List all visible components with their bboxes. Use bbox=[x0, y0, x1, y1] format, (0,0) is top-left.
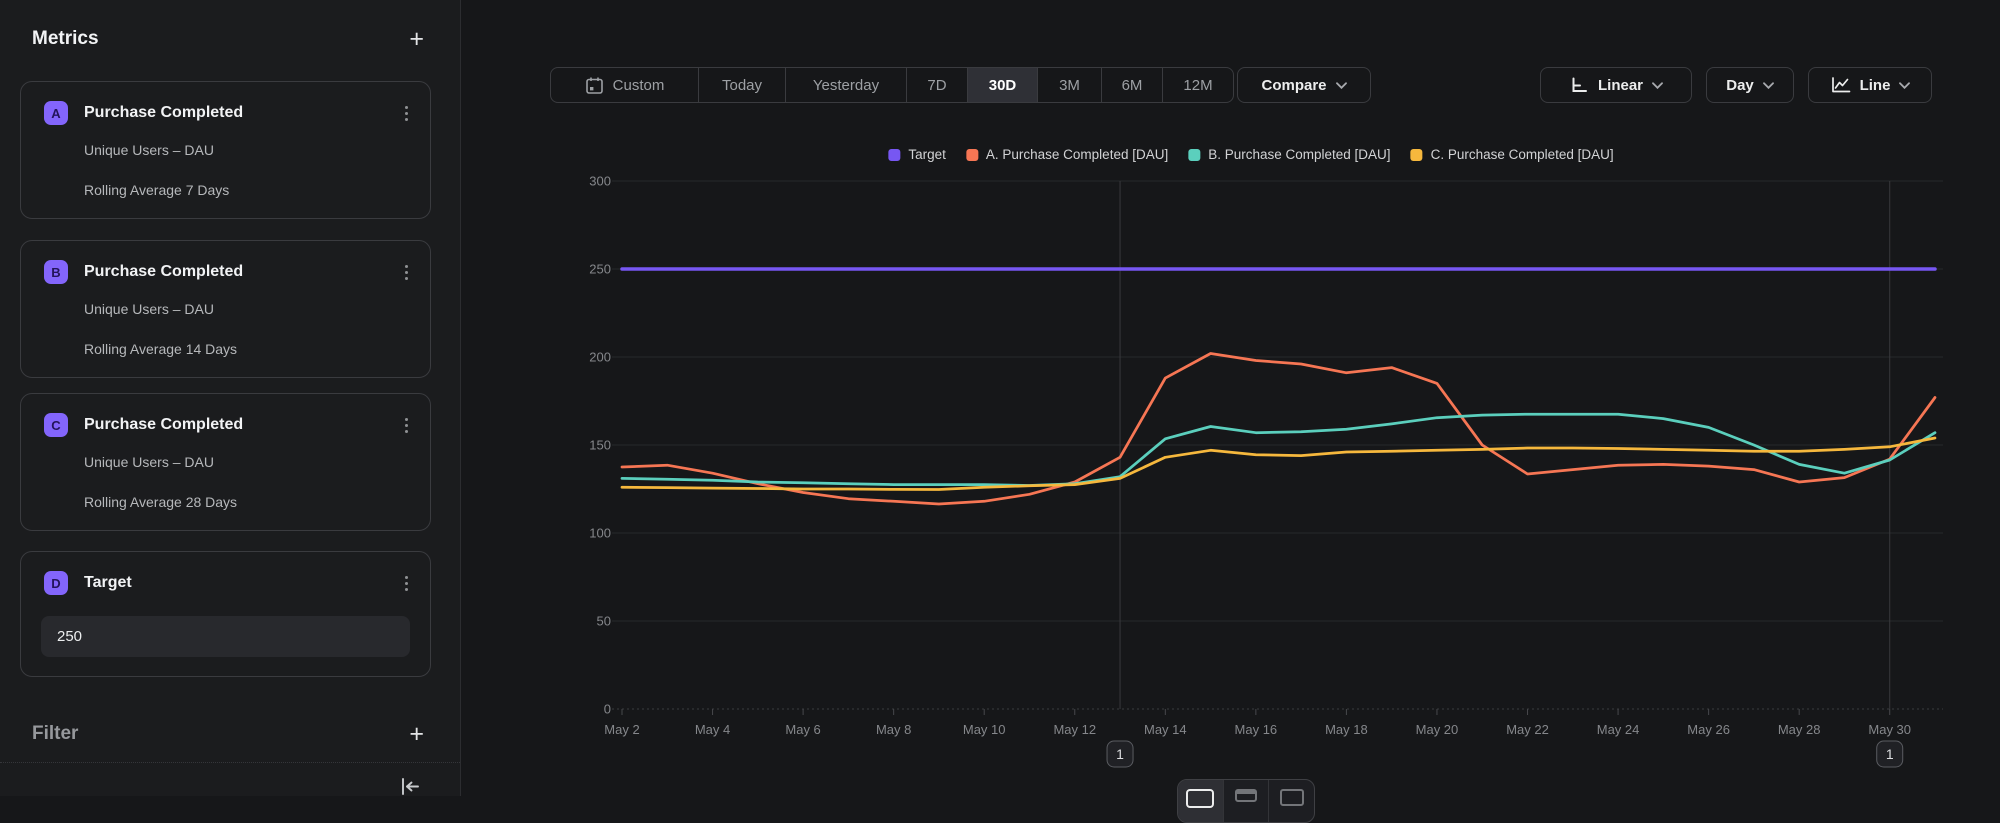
x-axis-label: May 16 bbox=[1235, 722, 1278, 737]
metric-rolling-average[interactable]: Rolling Average 28 Days bbox=[84, 494, 237, 510]
metric-card-c[interactable]: C Purchase Completed Unique Users – DAU … bbox=[20, 393, 431, 531]
add-metric-icon[interactable]: + bbox=[409, 28, 424, 50]
x-axis-label: May 28 bbox=[1778, 722, 1821, 737]
collapse-sidebar-icon[interactable] bbox=[398, 776, 422, 798]
x-axis-label: May 2 bbox=[604, 722, 639, 737]
metrics-title: Metrics bbox=[32, 28, 99, 50]
metric-badge: C bbox=[44, 413, 68, 437]
sidebar-divider bbox=[0, 762, 460, 763]
metric-badge: A bbox=[44, 101, 68, 125]
metric-measurement[interactable]: Unique Users – DAU bbox=[84, 142, 214, 158]
metric-badge: D bbox=[44, 571, 68, 595]
x-axis-label: May 30 bbox=[1868, 722, 1911, 737]
view-toggle-table[interactable] bbox=[1224, 780, 1270, 822]
target-title: Target bbox=[84, 574, 397, 592]
chart-view-icon bbox=[1186, 789, 1214, 808]
chart-panel: Custom Today Yesterday 7D 30D 3M 6M 12M … bbox=[461, 0, 2000, 796]
metric-measurement[interactable]: Unique Users – DAU bbox=[84, 454, 214, 470]
y-axis-label: 50 bbox=[597, 614, 611, 629]
metric-badge: B bbox=[44, 260, 68, 284]
annotation-badge-label: 1 bbox=[1886, 746, 1894, 762]
kebab-menu-icon[interactable] bbox=[397, 573, 416, 594]
x-axis-label: May 20 bbox=[1416, 722, 1459, 737]
kebab-menu-icon[interactable] bbox=[397, 415, 416, 436]
add-filter-icon[interactable]: + bbox=[409, 723, 424, 745]
filter-title: Filter bbox=[32, 723, 78, 745]
view-toggle-card[interactable] bbox=[1269, 780, 1314, 822]
y-axis-label: 150 bbox=[589, 438, 611, 453]
x-axis-label: May 26 bbox=[1687, 722, 1730, 737]
target-value-input[interactable]: 250 bbox=[41, 616, 410, 657]
metrics-report-app: { "icons": { "plus": "+" }, "sidebar": {… bbox=[0, 0, 2000, 796]
metric-rolling-average[interactable]: Rolling Average 7 Days bbox=[84, 182, 229, 198]
x-axis-label: May 10 bbox=[963, 722, 1006, 737]
x-axis-label: May 4 bbox=[695, 722, 730, 737]
metric-card-b[interactable]: B Purchase Completed Unique Users – DAU … bbox=[20, 240, 431, 378]
metric-card-a[interactable]: A Purchase Completed Unique Users – DAU … bbox=[20, 81, 431, 219]
metrics-sidebar: Metrics + A Purchase Completed Unique Us… bbox=[0, 0, 461, 796]
series-line-a-purchase-completed-dau bbox=[622, 354, 1935, 505]
target-card-header: D Target bbox=[44, 571, 416, 595]
y-axis-label: 200 bbox=[589, 350, 611, 365]
y-axis-label: 300 bbox=[589, 174, 611, 189]
x-axis-label: May 6 bbox=[785, 722, 820, 737]
x-axis-label: May 22 bbox=[1506, 722, 1549, 737]
metric-card-header: A Purchase Completed bbox=[44, 101, 416, 125]
y-axis-label: 250 bbox=[589, 262, 611, 277]
metric-title: Purchase Completed bbox=[84, 416, 397, 434]
target-card[interactable]: D Target 250 bbox=[20, 551, 431, 677]
annotation-badge-label: 1 bbox=[1116, 746, 1124, 762]
metric-title: Purchase Completed bbox=[84, 104, 397, 122]
x-axis-label: May 14 bbox=[1144, 722, 1187, 737]
metric-card-header: B Purchase Completed bbox=[44, 260, 416, 284]
metric-measurement[interactable]: Unique Users – DAU bbox=[84, 301, 214, 317]
filter-section-header: Filter + bbox=[32, 723, 424, 745]
view-toggle-chart[interactable] bbox=[1178, 780, 1224, 822]
kebab-menu-icon[interactable] bbox=[397, 262, 416, 283]
metrics-line-chart: 0 50 100 150 200 250 300 May 2 May 4 May 6 May 8 Ma… bbox=[461, 0, 2000, 796]
x-axis-label: May 24 bbox=[1597, 722, 1640, 737]
y-axis-label: 0 bbox=[604, 702, 611, 717]
metric-title: Purchase Completed bbox=[84, 263, 397, 281]
metrics-section-header: Metrics + bbox=[32, 28, 424, 50]
metric-rolling-average[interactable]: Rolling Average 14 Days bbox=[84, 341, 237, 357]
x-axis-label: May 8 bbox=[876, 722, 911, 737]
kebab-menu-icon[interactable] bbox=[397, 103, 416, 124]
metric-card-header: C Purchase Completed bbox=[44, 413, 416, 437]
card-view-icon bbox=[1280, 789, 1304, 806]
x-axis-label: May 12 bbox=[1053, 722, 1096, 737]
y-axis-label: 100 bbox=[589, 526, 611, 541]
view-toggle-group bbox=[1177, 779, 1315, 823]
x-axis-label: May 18 bbox=[1325, 722, 1368, 737]
